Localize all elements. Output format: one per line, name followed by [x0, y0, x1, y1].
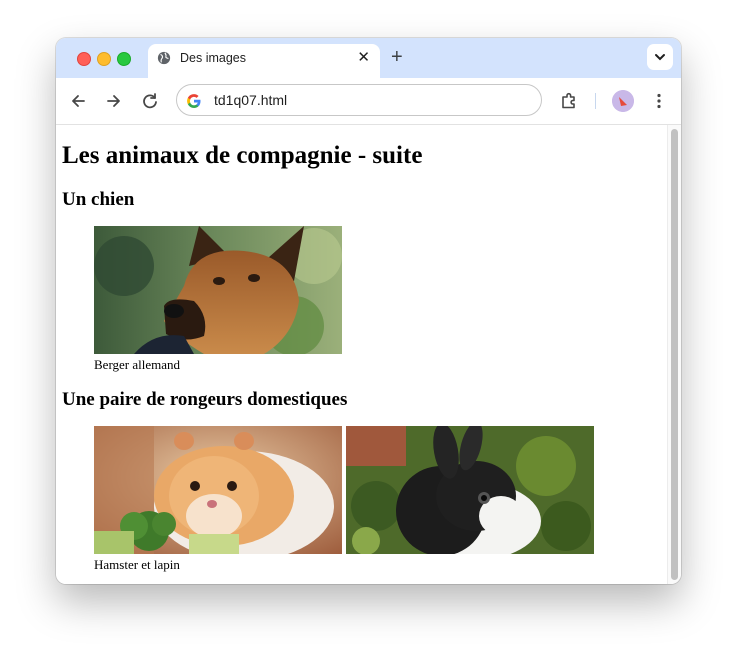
close-icon[interactable]: ✕	[357, 50, 370, 66]
back-arrow-icon[interactable]	[67, 90, 89, 112]
zoom-window-button[interactable]	[117, 52, 131, 66]
close-window-button[interactable]	[77, 52, 91, 66]
rabbit-image	[346, 426, 594, 554]
more-menu-icon[interactable]	[648, 90, 670, 112]
section-heading-rodents: Une paire de rongeurs domestiques	[62, 389, 348, 410]
german-shepherd-image	[94, 226, 342, 354]
url-text: td1q07.html	[214, 92, 288, 108]
plus-icon[interactable]: +	[391, 47, 403, 67]
profile-avatar-icon[interactable]	[612, 90, 634, 112]
forward-arrow-icon[interactable]	[103, 90, 125, 112]
globe-icon	[157, 51, 171, 65]
hamster-image	[94, 426, 342, 554]
caption-rodents: Hamster et lapin	[94, 557, 180, 572]
tab-bar: Des images ✕ +	[56, 38, 681, 78]
address-bar[interactable]: td1q07.html	[176, 84, 542, 116]
chevron-down-icon	[655, 54, 665, 61]
avatar-graphic	[612, 90, 634, 112]
section-heading-dog: Un chien	[62, 189, 135, 210]
page-content: Les animaux de compagnie - suite Un chie…	[56, 125, 667, 584]
browser-window: Des images ✕ + td1q07.html Les animaux d…	[56, 38, 681, 584]
page-title: Les animaux de compagnie - suite	[62, 142, 423, 169]
toolbar-divider	[595, 93, 596, 109]
reload-icon[interactable]	[139, 90, 161, 112]
google-logo-icon	[187, 94, 201, 108]
caption-dog: Berger allemand	[94, 357, 181, 372]
vertical-scrollbar[interactable]	[667, 125, 681, 584]
toolbar: td1q07.html	[56, 78, 681, 125]
minimize-window-button[interactable]	[97, 52, 111, 66]
extensions-icon[interactable]	[558, 90, 580, 112]
scrollbar-thumb[interactable]	[671, 129, 678, 580]
tab-title: Des images	[180, 51, 246, 65]
tab-search-button[interactable]	[647, 44, 673, 70]
tab-des-images[interactable]: Des images ✕	[148, 44, 380, 78]
